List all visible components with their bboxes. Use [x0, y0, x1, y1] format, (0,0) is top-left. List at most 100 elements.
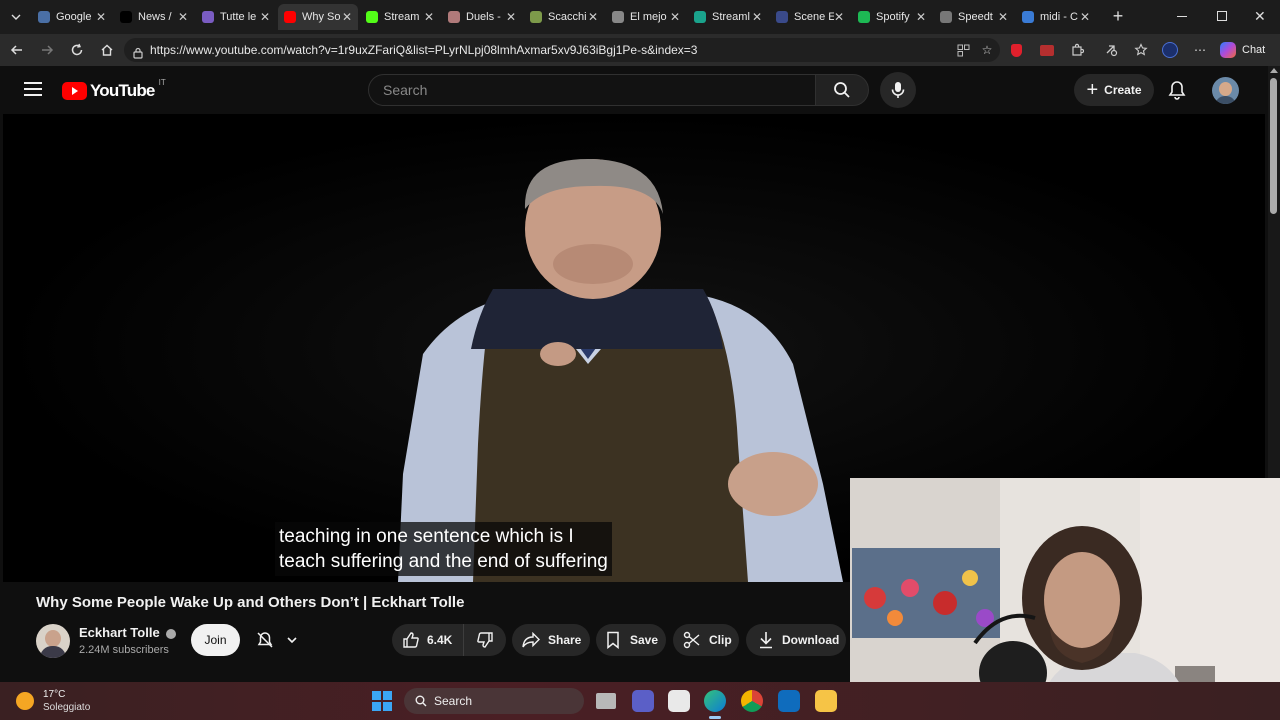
restore-window-icon[interactable]: [1217, 11, 1227, 21]
tab-favicon-icon: [284, 11, 296, 23]
thumbs-down-icon: [477, 632, 493, 648]
tab-close-icon[interactable]: ✕: [178, 10, 188, 24]
browser-tab[interactable]: Spotify ✕: [852, 4, 932, 30]
task-view-icon[interactable]: [596, 693, 616, 709]
weather-condition: Soleggiato: [43, 702, 91, 713]
browser-tab[interactable]: Duels - ✕: [442, 4, 522, 30]
browser-tab[interactable]: Streaml ✕: [688, 4, 768, 30]
tab-label: Google: [56, 11, 92, 23]
verified-badge-icon: [166, 628, 177, 639]
address-bar[interactable]: https://www.youtube.com/watch?v=1r9uxZFa…: [124, 38, 1000, 62]
teams-icon[interactable]: [632, 690, 654, 712]
extension-shield-icon[interactable]: [1008, 42, 1024, 58]
scrollbar-thumb[interactable]: [1270, 78, 1277, 214]
like-button[interactable]: 6.4K: [392, 624, 464, 656]
taskbar-search-box[interactable]: Search: [404, 688, 584, 714]
subscriber-count: 2.24M subscribers: [79, 644, 169, 656]
tab-label: Streaml: [712, 11, 750, 23]
tab-close-icon[interactable]: ✕: [752, 10, 762, 24]
tab-close-icon[interactable]: ✕: [424, 10, 434, 24]
search-icon: [834, 82, 850, 98]
forward-icon[interactable]: [37, 40, 57, 60]
browser-tab[interactable]: Why So ✕: [278, 4, 358, 30]
tab-favicon-icon: [448, 11, 460, 23]
temperature: 17°C: [43, 689, 66, 700]
channel-name[interactable]: Eckhart Tolle: [79, 625, 160, 640]
tab-close-icon[interactable]: ✕: [342, 10, 352, 24]
new-tab-button[interactable]: +: [1108, 4, 1128, 28]
outlook-icon[interactable]: [778, 690, 800, 712]
share-button[interactable]: Share: [512, 624, 590, 656]
youtube-header: YouTube IT Search + Create: [0, 66, 1268, 114]
lock-icon[interactable]: [132, 43, 144, 59]
tab-favicon-icon: [1022, 11, 1034, 23]
chrome-icon[interactable]: [741, 690, 763, 712]
edge-browser-icon[interactable]: [704, 690, 726, 712]
tab-close-icon[interactable]: ✕: [670, 10, 680, 24]
account-avatar[interactable]: [1212, 77, 1239, 104]
tab-label: Stream: [384, 11, 420, 23]
profile-avatar-icon[interactable]: [1162, 42, 1178, 58]
channel-name-row[interactable]: Eckhart Tolle: [79, 625, 177, 640]
browser-tab-bar: Google ✕ News / ✕ Tutte le ✕ Why So ✕ Stream ✕ Due…: [0, 0, 1280, 34]
tab-close-icon[interactable]: ✕: [834, 10, 844, 24]
browser-tab[interactable]: Google ✕: [32, 4, 112, 30]
browser-essentials-icon[interactable]: [1103, 42, 1119, 58]
more-options-icon[interactable]: ⋯: [1192, 42, 1208, 58]
browser-tab[interactable]: Tutte le ✕: [196, 4, 276, 30]
tab-close-icon[interactable]: ✕: [506, 10, 516, 24]
browser-tab[interactable]: Stream ✕: [360, 4, 440, 30]
favorite-star-icon[interactable]: ☆: [979, 42, 995, 58]
video-captions: teaching in one sentence which is I teac…: [275, 522, 612, 576]
reload-icon[interactable]: [67, 40, 87, 60]
tab-close-icon[interactable]: ✕: [588, 10, 598, 24]
browser-tab[interactable]: Speedt ✕: [934, 4, 1014, 30]
tab-close-icon[interactable]: ✕: [1080, 10, 1090, 24]
copilot-chat-button[interactable]: Chat: [1220, 38, 1274, 62]
clip-button[interactable]: Clip: [673, 624, 739, 656]
favorites-icon[interactable]: [1133, 42, 1149, 58]
youtube-logo[interactable]: YouTube IT: [62, 78, 166, 102]
home-icon[interactable]: [97, 40, 117, 60]
create-label: Create: [1104, 83, 1142, 97]
extensions-puzzle-icon[interactable]: [1069, 42, 1085, 58]
dislike-button[interactable]: [464, 624, 506, 656]
tab-label: Tutte le: [220, 11, 257, 23]
file-explorer-icon[interactable]: [815, 690, 837, 712]
browser-tab[interactable]: Scene E ✕: [770, 4, 850, 30]
browser-tab[interactable]: News / ✕: [114, 4, 194, 30]
voice-search-button[interactable]: [880, 72, 916, 108]
microsoft-store-icon[interactable]: [668, 690, 690, 712]
tab-label: Why So: [302, 11, 341, 23]
browser-tab[interactable]: midi - C ✕: [1016, 4, 1096, 30]
scroll-up-icon[interactable]: [1270, 68, 1278, 73]
notification-settings-button[interactable]: [248, 624, 308, 656]
browser-tab[interactable]: El mejo ✕: [606, 4, 686, 30]
minimize-window-icon[interactable]: [1177, 16, 1187, 17]
weather-widget[interactable]: 17°C Soleggiato: [16, 686, 90, 716]
start-menu-icon[interactable]: [372, 691, 392, 711]
browser-tab[interactable]: Scacchi ✕: [524, 4, 604, 30]
tab-close-icon[interactable]: ✕: [260, 10, 270, 24]
channel-avatar[interactable]: [36, 624, 70, 658]
back-icon[interactable]: [7, 40, 27, 60]
taskbar-search-label: Search: [434, 694, 473, 708]
app-available-icon[interactable]: [955, 42, 971, 58]
scissors-icon: [683, 631, 700, 649]
tab-list-dropdown-icon[interactable]: [6, 7, 26, 27]
tab-close-icon[interactable]: ✕: [96, 10, 106, 24]
create-button[interactable]: + Create: [1074, 74, 1154, 106]
close-window-icon[interactable]: ✕: [1254, 8, 1266, 25]
search-button[interactable]: [815, 74, 869, 106]
save-button[interactable]: Save: [596, 624, 666, 656]
menu-icon[interactable]: [24, 82, 42, 96]
extension-badge-icon[interactable]: [1039, 42, 1055, 58]
tab-favicon-icon: [38, 11, 50, 23]
notifications-bell-icon[interactable]: [1168, 80, 1186, 105]
download-button[interactable]: Download: [746, 624, 846, 656]
tab-close-icon[interactable]: ✕: [998, 10, 1008, 24]
tab-favicon-icon: [776, 11, 788, 23]
search-input[interactable]: Search: [368, 74, 816, 106]
join-button[interactable]: Join: [191, 624, 240, 656]
tab-close-icon[interactable]: ✕: [916, 10, 926, 24]
